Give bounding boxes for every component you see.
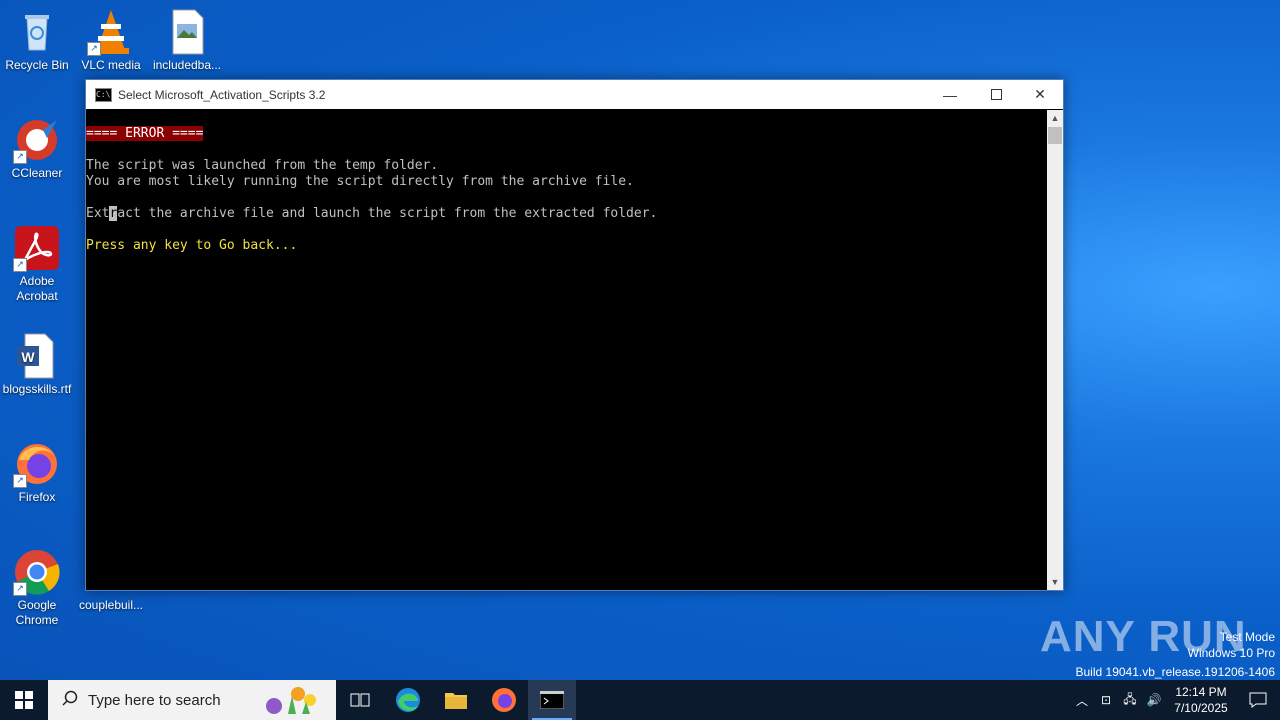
console-window[interactable]: C:\ Select Microsoft_Activation_Scripts …: [85, 79, 1064, 591]
console-app-icon: C:\: [95, 87, 112, 102]
desktop-icon-label: Google Chrome: [15, 598, 59, 627]
volume-icon[interactable]: 🔊: [1142, 693, 1166, 707]
shortcut-arrow-icon: ↗: [13, 474, 27, 488]
console-output[interactable]: ==== ERROR ==== The script was launched …: [86, 110, 1046, 590]
console-text: Ext: [86, 206, 110, 221]
shortcut-arrow-icon: ↗: [13, 258, 27, 272]
notification-center-icon[interactable]: [1236, 692, 1280, 708]
network-icon[interactable]: ⊡: [1094, 693, 1118, 707]
clock-time: 12:14 PM: [1175, 685, 1227, 699]
console-icon: [540, 691, 564, 709]
desktop-icon-vlc[interactable]: ↗ VLC media: [75, 8, 147, 73]
taskbar-console[interactable]: [528, 680, 576, 720]
windows-logo-icon: [15, 691, 33, 709]
task-view-button[interactable]: [336, 680, 384, 720]
clock-date: 7/10/2025: [1174, 701, 1228, 715]
minimize-icon: —: [943, 86, 957, 103]
desktop-icon-label: Adobe Acrobat: [16, 274, 58, 303]
desktop-icon-couplebuil[interactable]: couplebuil...: [75, 598, 147, 613]
desktop-icon-adobe-acrobat[interactable]: ↗ Adobe Acrobat: [1, 224, 73, 304]
ethernet-icon[interactable]: 🖧: [1118, 690, 1142, 711]
minimize-button[interactable]: —: [927, 80, 973, 109]
os-edition-label: Windows 10 Pro: [1187, 646, 1275, 660]
desktop-icon-label: blogsskills.rtf: [2, 382, 72, 396]
desktop-icon-label: CCleaner: [11, 166, 63, 180]
desktop-icon-label: couplebuil...: [78, 598, 144, 612]
press-key-prompt: Press any key to Go back...: [86, 238, 298, 253]
taskbar-file-explorer[interactable]: [432, 680, 480, 720]
console-line: The script was launched from the temp fo…: [86, 158, 439, 173]
image-file-icon: [163, 8, 211, 56]
task-view-icon: [350, 693, 370, 707]
scroll-down-icon[interactable]: ▼: [1047, 574, 1063, 590]
desktop-icon-firefox[interactable]: ↗ Firefox: [1, 440, 73, 505]
edge-icon: [396, 688, 420, 712]
recycle-bin-icon: [13, 8, 61, 56]
close-button[interactable]: ✕: [1017, 80, 1063, 109]
console-text: act the archive file and launch the scri…: [117, 206, 658, 221]
desktop-icon-label: Recycle Bin: [5, 58, 69, 72]
taskbar-edge[interactable]: [384, 680, 432, 720]
scroll-up-icon[interactable]: ▲: [1047, 110, 1063, 126]
close-icon: ✕: [1034, 86, 1046, 102]
taskbar-search-box[interactable]: Type here to search: [48, 680, 336, 720]
ccleaner-icon: ↗: [13, 116, 61, 164]
desktop-icon-label: Firefox: [18, 490, 56, 504]
window-title: Select Microsoft_Activation_Scripts 3.2: [118, 87, 326, 102]
taskbar-firefox[interactable]: [480, 680, 528, 720]
firefox-icon: ↗: [13, 440, 61, 488]
desktop-icon-blogsskills[interactable]: W blogsskills.rtf: [1, 332, 73, 397]
svg-text:W: W: [21, 349, 35, 365]
show-hidden-icons-icon[interactable]: ︿: [1070, 692, 1094, 709]
adobe-acrobat-icon: ↗: [13, 224, 61, 272]
search-icon: [62, 690, 78, 710]
desktop-icon-includedba[interactable]: includedba...: [151, 8, 223, 73]
shortcut-arrow-icon: ↗: [13, 582, 27, 596]
scroll-thumb[interactable]: [1048, 127, 1062, 144]
maximize-button[interactable]: [973, 80, 1019, 109]
desktop-icon-ccleaner[interactable]: ↗ CCleaner: [1, 116, 73, 181]
search-highlight-art: [258, 682, 328, 718]
desktop-icon-label: includedba...: [152, 58, 222, 72]
search-placeholder: Type here to search: [88, 691, 221, 709]
desktop-icon-google-chrome[interactable]: ↗ Google Chrome: [1, 548, 73, 628]
console-line: You are most likely running the script d…: [86, 174, 634, 189]
maximize-icon: [990, 89, 1002, 100]
shortcut-arrow-icon: ↗: [13, 150, 27, 164]
error-header: ==== ERROR ====: [86, 126, 204, 141]
window-titlebar[interactable]: C:\ Select Microsoft_Activation_Scripts …: [86, 80, 1063, 109]
word-document-icon: W: [13, 332, 61, 380]
build-label: Build 19041.vb_release.191206-1406: [1075, 665, 1276, 679]
vertical-scrollbar[interactable]: ▲ ▼: [1047, 110, 1063, 590]
chrome-icon: ↗: [13, 548, 61, 596]
firefox-icon: [492, 688, 516, 712]
shortcut-arrow-icon: ↗: [87, 42, 101, 56]
console-line: Extract the archive file and launch the …: [86, 206, 657, 222]
test-mode-label: Test Mode: [1219, 630, 1275, 644]
desktop-icon-recycle-bin[interactable]: Recycle Bin: [1, 8, 73, 73]
vlc-icon: ↗: [87, 8, 135, 56]
folder-icon: [445, 693, 467, 709]
desktop-icon-label: VLC media: [81, 58, 141, 72]
clock[interactable]: 12:14 PM 7/10/2025: [1166, 684, 1236, 716]
start-button[interactable]: [0, 680, 48, 720]
system-tray: ︿ ⊡ 🖧 🔊 12:14 PM 7/10/2025: [1070, 680, 1280, 720]
taskbar: Type here to search ︿ ⊡ 🖧 🔊 12:14 PM 7/1…: [0, 680, 1280, 720]
